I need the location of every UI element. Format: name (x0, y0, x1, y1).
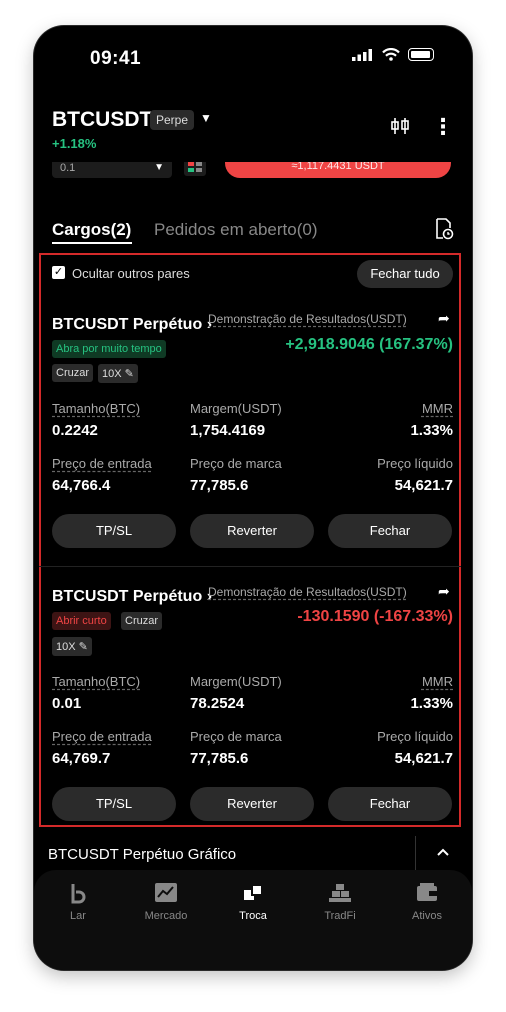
margin-mode-tag[interactable]: Cruzar (52, 364, 94, 382)
tradfi-icon (329, 884, 351, 902)
share-icon[interactable]: ➦ (438, 310, 450, 327)
signal-icon (352, 48, 372, 61)
quantity-select[interactable]: ▼ 0.1 (52, 162, 172, 178)
mark-price-label: Preço de marca (190, 456, 282, 471)
side-tag: Abrir curto (52, 612, 111, 630)
bottom-navigation: Lar Mercado Troca TradFi Ativos (34, 870, 472, 970)
more-options-icon[interactable]: ⋮ (432, 114, 454, 140)
close-position-button[interactable]: Fechar (328, 787, 452, 821)
entry-price-label: Preço de entrada (52, 729, 152, 744)
pnl-label: Demonstração de Resultados(USDT) (208, 585, 407, 599)
mmr-label: MMR (421, 401, 453, 416)
position-title-text: BTCUSDT Perpétuo (52, 588, 203, 605)
entry-price-label: Preço de entrada (52, 456, 152, 471)
leverage-value: 10X (56, 641, 76, 653)
margin-value: 78.2524 (190, 695, 245, 712)
nav-item-tradfi[interactable]: TradFi (305, 882, 375, 922)
nav-label: TradFi (324, 910, 356, 922)
size-label: Tamanho(BTC) (52, 674, 141, 689)
hide-other-pairs-checkbox[interactable]: ✓ (52, 266, 65, 279)
mmr-value: 1.33% (410, 695, 453, 712)
reverse-button[interactable]: Reverter (190, 514, 314, 548)
status-icons (352, 48, 434, 61)
leverage-value: 10X (102, 368, 122, 380)
leverage-tag[interactable]: 10X ✎ (52, 637, 92, 656)
status-time: 09:41 (90, 48, 142, 69)
reverse-button[interactable]: Reverter (190, 787, 314, 821)
liq-price-value: 54,621.7 (394, 477, 453, 494)
chart-bar-title[interactable]: BTCUSDT Perpétuo Gráfico (48, 846, 236, 863)
quantity-select-value: 0.1 (60, 162, 76, 174)
home-icon (71, 884, 86, 904)
nav-label: Lar (70, 910, 86, 922)
pnl-value: -130.1590 (-167.33%) (297, 608, 453, 625)
symbol-title[interactable]: BTCUSDT (52, 108, 152, 132)
nav-label: Ativos (412, 910, 442, 922)
order-book-layout-icon[interactable] (184, 162, 206, 176)
margin-value: 1,754.4169 (190, 422, 266, 439)
contract-type-badge[interactable]: Perpe (150, 110, 195, 130)
size-value: 0.01 (52, 695, 82, 712)
chart-bar-separator (415, 836, 416, 870)
price-change: +1.18% (52, 136, 97, 151)
chevron-down-icon: ▼ (154, 162, 164, 173)
nav-label: Troca (239, 910, 267, 922)
order-amount-button[interactable]: ≈1,117.4431 USDT (225, 162, 451, 178)
nav-item-market[interactable]: Mercado (131, 882, 201, 922)
market-icon (155, 883, 177, 902)
tab-positions[interactable]: Cargos(2) (52, 220, 131, 240)
edit-icon: ✎ (78, 641, 88, 653)
symbol-dropdown-icon[interactable]: ▼ (200, 111, 212, 125)
nav-item-trade[interactable]: Troca (218, 882, 288, 922)
close-position-button[interactable]: Fechar (328, 514, 452, 548)
leverage-tag[interactable]: 10X ✎ (98, 364, 138, 383)
entry-price-value: 64,766.4 (52, 477, 111, 494)
side-tag: Abra por muito tempo (52, 340, 166, 358)
share-icon[interactable]: ➦ (438, 583, 450, 600)
size-value: 0.2242 (52, 422, 98, 439)
size-label: Tamanho(BTC) (52, 401, 141, 416)
liq-price-label: Preço líquido (377, 456, 453, 471)
edit-icon: ✎ (124, 368, 134, 380)
liq-price-value: 54,621.7 (394, 750, 453, 767)
trade-icon (244, 884, 263, 900)
pnl-label: Demonstração de Resultados(USDT) (208, 312, 407, 326)
margin-label: Margem(USDT) (190, 401, 282, 416)
history-document-icon[interactable] (434, 218, 454, 245)
pnl-value: +2,918.9046 (167.37%) (285, 336, 453, 353)
mark-price-value: 77,785.6 (190, 477, 249, 494)
chevron-up-icon[interactable] (436, 844, 450, 861)
nav-item-assets[interactable]: Ativos (392, 882, 462, 922)
position-title-text: BTCUSDT Perpétuo (52, 316, 203, 333)
nav-label: Mercado (144, 910, 188, 922)
tpsl-button[interactable]: TP/SL (52, 787, 176, 821)
hide-other-pairs-label[interactable]: Ocultar outros pares (72, 266, 190, 281)
margin-mode-tag[interactable]: Cruzar (121, 612, 163, 630)
margin-label: Margem(USDT) (190, 674, 282, 689)
mmr-label: MMR (421, 674, 453, 689)
mark-price-label: Preço de marca (190, 729, 282, 744)
battery-icon (408, 48, 434, 61)
position-divider (39, 566, 461, 567)
wallet-icon (417, 883, 437, 901)
mmr-value: 1.33% (410, 422, 453, 439)
nav-item-home[interactable]: Lar (43, 882, 113, 922)
entry-price-value: 64,769.7 (52, 750, 111, 767)
order-form-partial: ▼ 0.1 ≈1,117.4431 USDT (52, 162, 472, 184)
position-title[interactable]: BTCUSDT Perpétuo › (52, 588, 212, 606)
liq-price-label: Preço líquido (377, 729, 453, 744)
phone-screen: 09:41 BTCUSDT Perpe ▼ +1.18% ⋮ ▼ 0.1 ≈1,… (34, 26, 472, 970)
tab-active-indicator (52, 242, 132, 244)
candlestick-settings-icon[interactable] (390, 116, 410, 142)
wifi-icon (382, 48, 400, 61)
tpsl-button[interactable]: TP/SL (52, 514, 176, 548)
close-all-button[interactable]: Fechar tudo (357, 260, 453, 288)
mark-price-value: 77,785.6 (190, 750, 249, 767)
position-title[interactable]: BTCUSDT Perpétuo › (52, 316, 212, 334)
tab-open-orders[interactable]: Pedidos em aberto(0) (154, 220, 317, 240)
